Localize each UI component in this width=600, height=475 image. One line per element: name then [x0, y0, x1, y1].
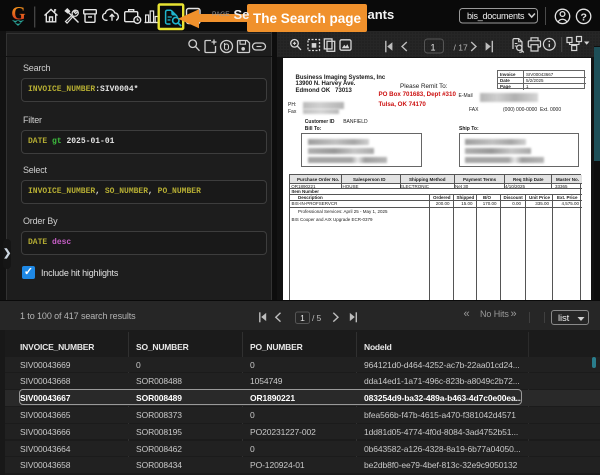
svg-text:The Search page: The Search page: [253, 11, 362, 26]
svg-text:1: 1: [300, 313, 305, 323]
svg-text:?: ?: [581, 11, 587, 23]
svg-text:/ 17: / 17: [454, 42, 468, 52]
svg-text:bis_documents: bis_documents: [467, 11, 525, 21]
svg-text:G: G: [11, 5, 25, 25]
svg-text:ants: ants: [368, 7, 395, 22]
svg-text:1: 1: [430, 42, 435, 52]
svg-text:/ 5: / 5: [312, 313, 322, 323]
